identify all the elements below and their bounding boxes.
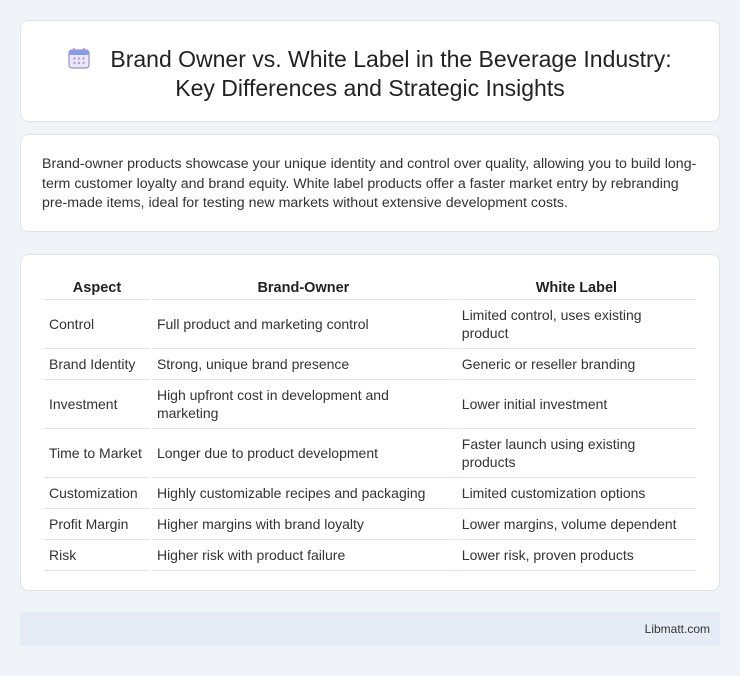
table-row: Time to Market Longer due to product dev… (44, 429, 696, 478)
cell-brand-owner: Higher risk with product failure (151, 540, 455, 571)
table-row: Investment High upfront cost in developm… (44, 380, 696, 429)
comparison-table: Aspect Brand-Owner White Label Control F… (42, 274, 698, 571)
title-line-1: Brand Owner vs. White Label in the Bever… (110, 46, 672, 72)
intro-paragraph: Brand-owner products showcase your uniqu… (42, 156, 697, 211)
table-row: Control Full product and marketing contr… (44, 300, 696, 349)
cell-aspect: Investment (44, 380, 150, 429)
intro-card: Brand-owner products showcase your uniqu… (20, 134, 720, 232)
table-row: Risk Higher risk with product failure Lo… (44, 540, 696, 571)
cell-white-label: Lower initial investment (456, 380, 696, 429)
cell-brand-owner: Highly customizable recipes and packagin… (151, 478, 455, 509)
cell-brand-owner: Higher margins with brand loyalty (151, 509, 455, 540)
table-row: Profit Margin Higher margins with brand … (44, 509, 696, 540)
footer-site-link[interactable]: Libmatt.com (645, 622, 710, 636)
footer-bar: Libmatt.com (20, 612, 720, 646)
cell-aspect: Brand Identity (44, 349, 150, 380)
cell-brand-owner: Strong, unique brand presence (151, 349, 455, 380)
cell-white-label: Faster launch using existing products (456, 429, 696, 478)
cell-white-label: Generic or reseller branding (456, 349, 696, 380)
cell-aspect: Profit Margin (44, 509, 150, 540)
header-aspect: Aspect (44, 274, 150, 300)
cell-brand-owner: High upfront cost in development and mar… (151, 380, 455, 429)
cell-aspect: Time to Market (44, 429, 150, 478)
table-row: Brand Identity Strong, unique brand pres… (44, 349, 696, 380)
cell-white-label: Limited control, uses existing product (456, 300, 696, 349)
cell-aspect: Risk (44, 540, 150, 571)
cell-aspect: Control (44, 300, 150, 349)
title-line-2: Key Differences and Strategic Insights (175, 75, 565, 101)
header-white-label: White Label (456, 274, 696, 300)
cell-white-label: Lower risk, proven products (456, 540, 696, 571)
header-brand-owner: Brand-Owner (151, 274, 455, 300)
cell-white-label: Limited customization options (456, 478, 696, 509)
cell-aspect: Customization (44, 478, 150, 509)
cell-brand-owner: Longer due to product development (151, 429, 455, 478)
calendar-icon (68, 48, 90, 69)
title-card: Brand Owner vs. White Label in the Bever… (20, 20, 720, 122)
cell-brand-owner: Full product and marketing control (151, 300, 455, 349)
page-title: Brand Owner vs. White Label in the Bever… (21, 45, 719, 103)
table-header-row: Aspect Brand-Owner White Label (44, 274, 696, 300)
comparison-card: Aspect Brand-Owner White Label Control F… (20, 254, 720, 591)
table-row: Customization Highly customizable recipe… (44, 478, 696, 509)
cell-white-label: Lower margins, volume dependent (456, 509, 696, 540)
